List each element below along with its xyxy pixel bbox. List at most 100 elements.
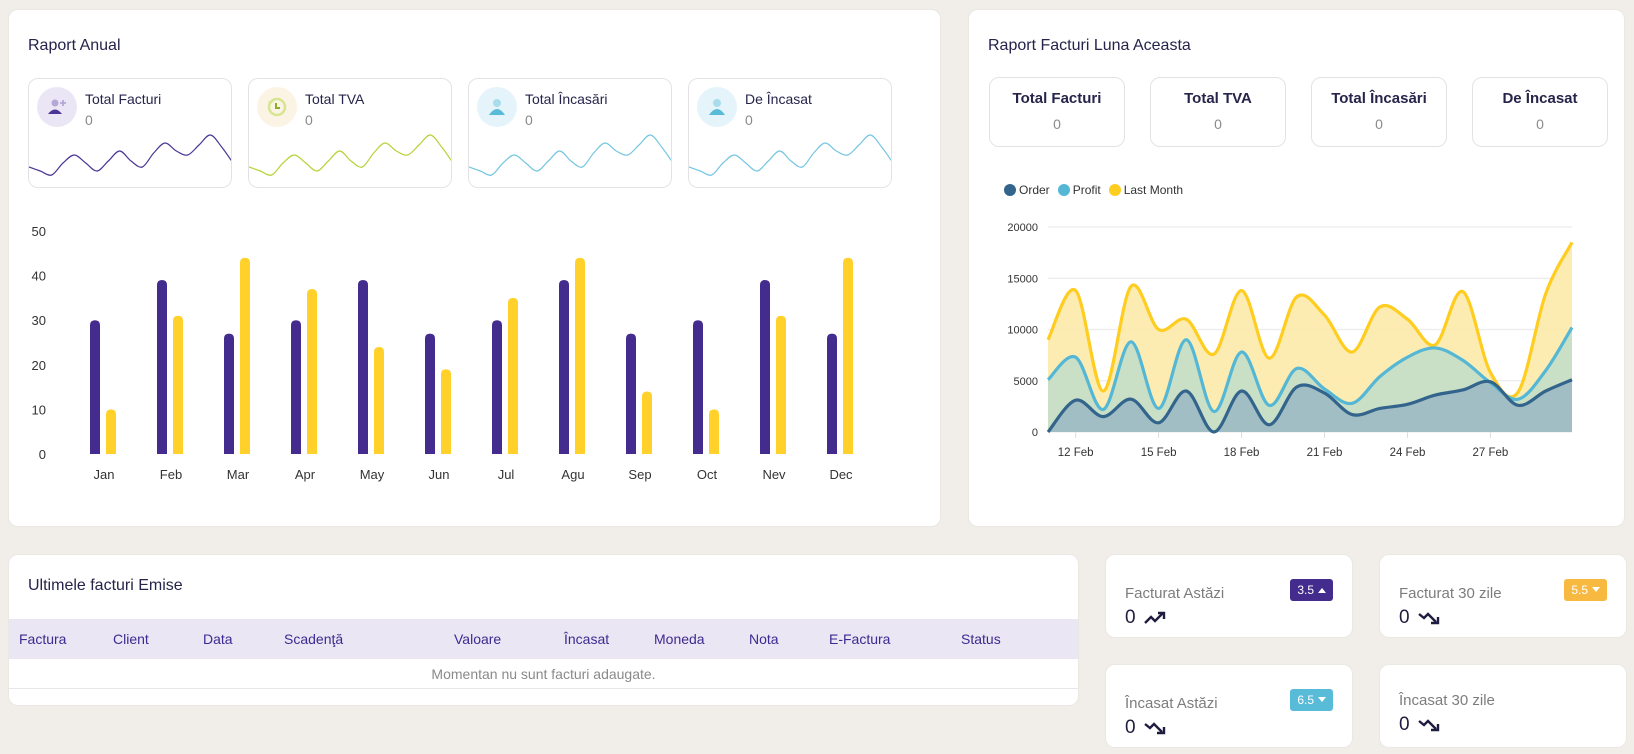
stat-label: Total Facturi [1012, 90, 1102, 107]
column-header-status[interactable]: Status [961, 631, 1001, 647]
trend-down-icon [1417, 719, 1439, 732]
x-tick-label: 18 Feb [1224, 447, 1260, 459]
y-tick-label: 20000 [1007, 222, 1038, 234]
stat-label: Total Încasări [1331, 90, 1427, 107]
x-tick-label: Sep [628, 467, 651, 482]
column-header-amount[interactable]: Valoare [454, 631, 501, 647]
bar-jan-series-2[interactable] [106, 409, 116, 454]
column-header-invoice[interactable]: Factura [19, 631, 66, 647]
y-tick-label: 30 [32, 313, 46, 328]
x-tick-label: Feb [160, 467, 182, 482]
bar-jul-series-2[interactable] [508, 297, 518, 454]
kpi-collected-today: Încasat Astăzi 0 6.5 [1105, 664, 1353, 748]
bar-mar-series-2[interactable] [240, 257, 250, 454]
stat-value: 0 [1053, 116, 1061, 132]
bar-oct-series-1[interactable] [693, 320, 703, 454]
legend-item-last-month[interactable]: Last Month [1108, 183, 1184, 197]
bar-feb-series-2[interactable] [173, 315, 183, 454]
kpi-invoiced-30-days: Facturat 30 zile 0 5.5 [1379, 554, 1627, 638]
x-tick-label: Oct [697, 467, 718, 482]
legend-item-order[interactable]: Order [1004, 183, 1050, 197]
y-tick-label: 5000 [1014, 376, 1038, 388]
monthly-report-card: Raport Facturi Luna Aceasta Total Factur… [968, 9, 1625, 527]
bar-dec-series-2[interactable] [843, 257, 853, 454]
stat-value: 0 [1214, 116, 1222, 132]
bar-sep-series-2[interactable] [642, 391, 652, 454]
column-header-note[interactable]: Nota [749, 631, 779, 647]
bar-apr-series-1[interactable] [291, 320, 301, 454]
bar-jun-series-1[interactable] [425, 333, 435, 454]
sparkline-path [29, 134, 231, 176]
bar-jul-series-1[interactable] [492, 320, 502, 454]
legend-label: Profit [1072, 183, 1101, 197]
monthly-stat-total-vat: Total TVA 0 [1150, 77, 1286, 147]
sparkline [689, 134, 891, 176]
empty-table-message: Momentan nu sunt facturi adaugate. [9, 659, 1078, 689]
column-header-e-invoice[interactable]: E-Factura [829, 631, 890, 647]
bar-nev-series-1[interactable] [760, 280, 770, 454]
bar-dec-series-1[interactable] [827, 333, 837, 454]
summary-card-total-invoices: Total Facturi 0 [28, 78, 232, 188]
user-icon [477, 87, 517, 127]
legend-label: Last Month [1123, 183, 1184, 197]
clock-history-icon [257, 87, 297, 127]
bar-may-series-1[interactable] [358, 280, 368, 454]
monthly-stat-total-receipts: Total Încasări 0 [1311, 77, 1447, 147]
annual-bar-chart: 0 10 20 30 40 50 Jan Feb Mar Apr May Jun Jul Agu Sep Oc… [32, 224, 854, 482]
monthly-area-chart: 0 5000 10000 15000 20000 12 Feb 15 Feb 18 Feb 21… [1007, 222, 1574, 459]
kpi-badge: 3.5 [1290, 579, 1333, 601]
x-tick-label: Dec [829, 467, 853, 482]
monthly-stat-total-invoices: Total Facturi 0 [989, 77, 1125, 147]
stat-label: De Încasat [1502, 90, 1578, 107]
x-tick-label: 24 Feb [1390, 447, 1426, 459]
summary-card-to-collect: De Încasat 0 [688, 78, 892, 188]
column-header-currency[interactable]: Moneda [654, 631, 705, 647]
x-tick-label: 27 Feb [1473, 447, 1509, 459]
summary-card-label: Total Facturi [85, 91, 162, 107]
bar-sep-series-1[interactable] [626, 333, 636, 454]
summary-card-total-vat: Total TVA 0 [248, 78, 452, 188]
x-tick-label: 12 Feb [1058, 447, 1094, 459]
annual-report-card: Raport Anual Total Facturi 0 Total TVA 0… [8, 9, 941, 527]
legend-item-profit[interactable]: Profit [1057, 183, 1101, 197]
y-tick-label: 10000 [1007, 325, 1038, 337]
summary-card-label: De Încasat [745, 91, 812, 107]
x-tick-label: Jul [498, 467, 515, 482]
recent-invoices-card: Ultimele facturi Emise Factura Client Da… [8, 554, 1079, 706]
trend-up-icon [1143, 611, 1165, 624]
kpi-badge: 6.5 [1290, 689, 1333, 711]
bar-oct-series-2[interactable] [709, 409, 719, 454]
bar-apr-series-2[interactable] [307, 288, 317, 454]
y-tick-label: 0 [39, 447, 46, 462]
column-header-client[interactable]: Client [113, 631, 149, 647]
sparkline-path [249, 134, 451, 176]
trend-down-icon [1417, 612, 1439, 625]
summary-card-value: 0 [305, 112, 313, 128]
summary-card-label: Total TVA [305, 91, 365, 107]
annual-report-title: Raport Anual [28, 37, 121, 54]
x-tick-label: Jan [94, 467, 115, 482]
summary-card-total-receipts: Total Încasări 0 [468, 78, 672, 188]
sparkline [469, 134, 671, 176]
y-tick-label: 10 [32, 402, 46, 417]
bar-may-series-2[interactable] [374, 346, 384, 454]
kpi-value-row: 0 [1399, 714, 1440, 736]
bar-mar-series-1[interactable] [224, 333, 234, 454]
bar-nev-series-2[interactable] [776, 315, 786, 454]
monthly-stat-to-collect: De Încasat 0 [1472, 77, 1608, 147]
summary-card-value: 0 [85, 112, 93, 128]
bar-feb-series-1[interactable] [157, 280, 167, 454]
x-tick-label: Nev [762, 467, 786, 482]
y-tick-label: 50 [32, 224, 46, 239]
x-tick-label: Jun [429, 467, 450, 482]
bar-agu-series-2[interactable] [575, 257, 585, 454]
column-header-date[interactable]: Data [203, 631, 233, 647]
summary-card-value: 0 [525, 112, 533, 128]
x-tick-label: Mar [227, 467, 250, 482]
bar-jan-series-1[interactable] [90, 320, 100, 454]
column-header-collected[interactable]: Încasat [564, 631, 609, 647]
bar-jun-series-2[interactable] [441, 369, 451, 454]
column-header-due-date[interactable]: Scadenţă [284, 631, 343, 647]
bar-agu-series-1[interactable] [559, 280, 569, 454]
recent-invoices-title: Ultimele facturi Emise [28, 577, 183, 594]
